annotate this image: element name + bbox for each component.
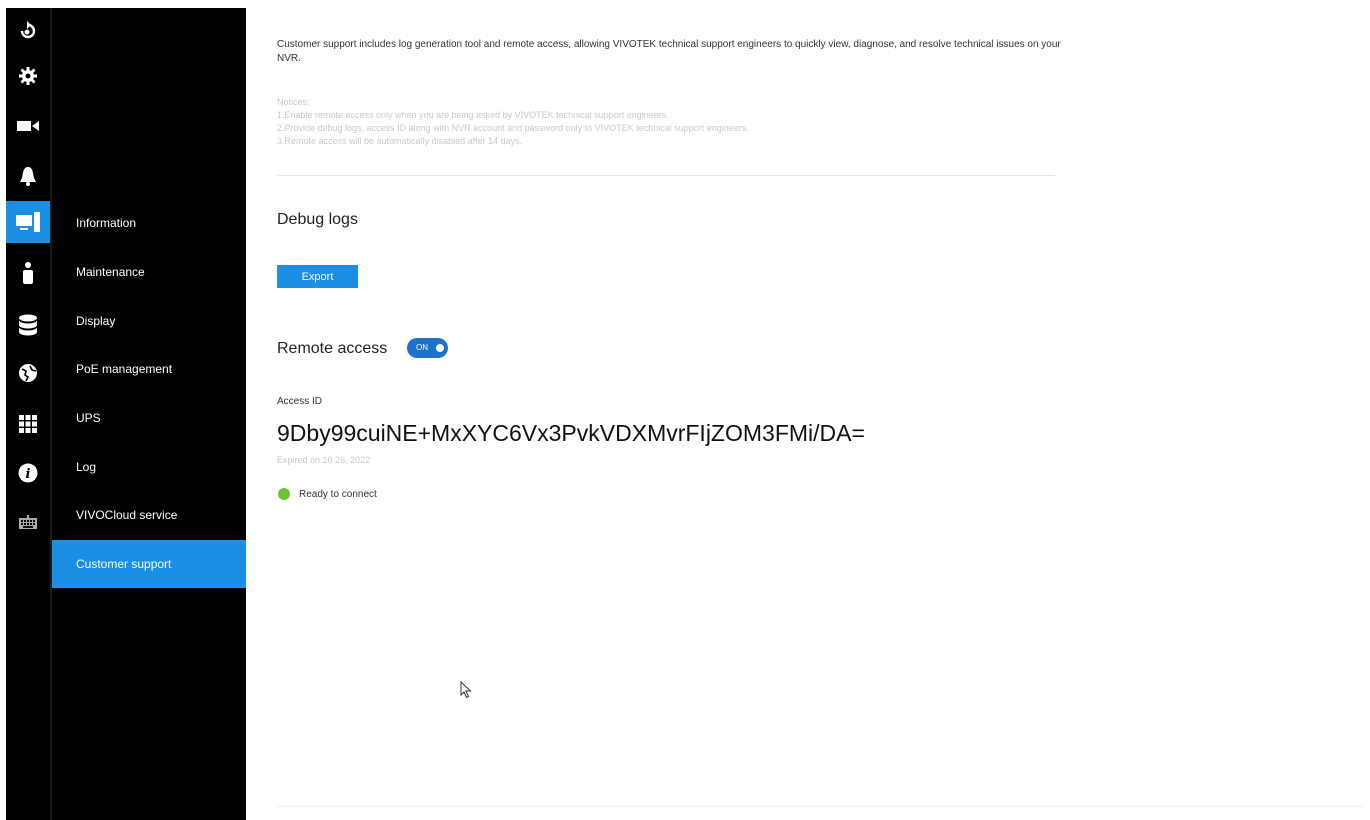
menu-item-vivocloud-service[interactable]: VIVOCloud service <box>52 491 246 539</box>
notices: Notices: 1.Enable remote access only whe… <box>277 96 1067 148</box>
bottom-divider <box>277 806 1363 807</box>
svg-text:i: i <box>26 467 31 482</box>
menu-item-log[interactable]: Log <box>52 443 246 491</box>
access-id-label: Access ID <box>277 396 323 407</box>
user-icon[interactable] <box>6 253 50 293</box>
toggle-knob <box>436 344 444 352</box>
menu-item-poe-management[interactable]: PoE management <box>52 345 246 393</box>
settings-gear-icon[interactable] <box>6 56 50 96</box>
icon-rail: i <box>6 8 50 820</box>
section-divider <box>277 175 1055 176</box>
menu-item-information[interactable]: Information <box>52 199 246 247</box>
network-globe-icon[interactable] <box>6 353 50 393</box>
alarm-bell-icon[interactable] <box>6 156 50 196</box>
camera-icon[interactable] <box>6 106 50 146</box>
playback-icon[interactable] <box>6 10 50 50</box>
menu-item-ups[interactable]: UPS <box>52 394 246 442</box>
mouse-cursor-icon <box>460 680 472 704</box>
menu-item-customer-support[interactable]: Customer support <box>52 540 246 588</box>
toggle-label: ON <box>416 343 428 352</box>
remote-access-toggle[interactable]: ON <box>407 338 448 358</box>
notice-line: 3.Remote access will be automatically di… <box>277 136 523 146</box>
system-submenu: Information Maintenance Display PoE mana… <box>52 8 246 820</box>
system-monitor-icon[interactable] <box>6 201 50 243</box>
notice-line: 2.Provide debug logs, access ID along wi… <box>277 123 749 133</box>
export-button[interactable]: Export <box>277 265 358 288</box>
debug-logs-title: Debug logs <box>277 211 358 228</box>
notice-line: 1.Enable remote access only when you are… <box>277 110 669 120</box>
keyboard-icon[interactable] <box>6 502 50 542</box>
info-icon[interactable]: i <box>6 453 50 493</box>
status-indicator-icon <box>278 488 290 500</box>
remote-access-title: Remote access <box>277 340 388 357</box>
expiry-date: Expired on 10 26, 2022 <box>277 455 371 465</box>
notices-heading: Notices: <box>277 97 310 107</box>
menu-item-maintenance[interactable]: Maintenance <box>52 248 246 296</box>
customer-support-panel: Customer support includes log generation… <box>277 0 1367 820</box>
connection-status: Ready to connect <box>299 489 377 500</box>
storage-database-icon[interactable] <box>6 305 50 345</box>
intro-text: Customer support includes log generation… <box>277 39 1061 64</box>
menu-item-display[interactable]: Display <box>52 297 246 345</box>
grid-apps-icon[interactable] <box>6 404 50 444</box>
access-id-value: 9Dby99cuiNE+MxXYC6Vx3PvkVDXMvrFIjZOM3FMi… <box>277 420 865 446</box>
